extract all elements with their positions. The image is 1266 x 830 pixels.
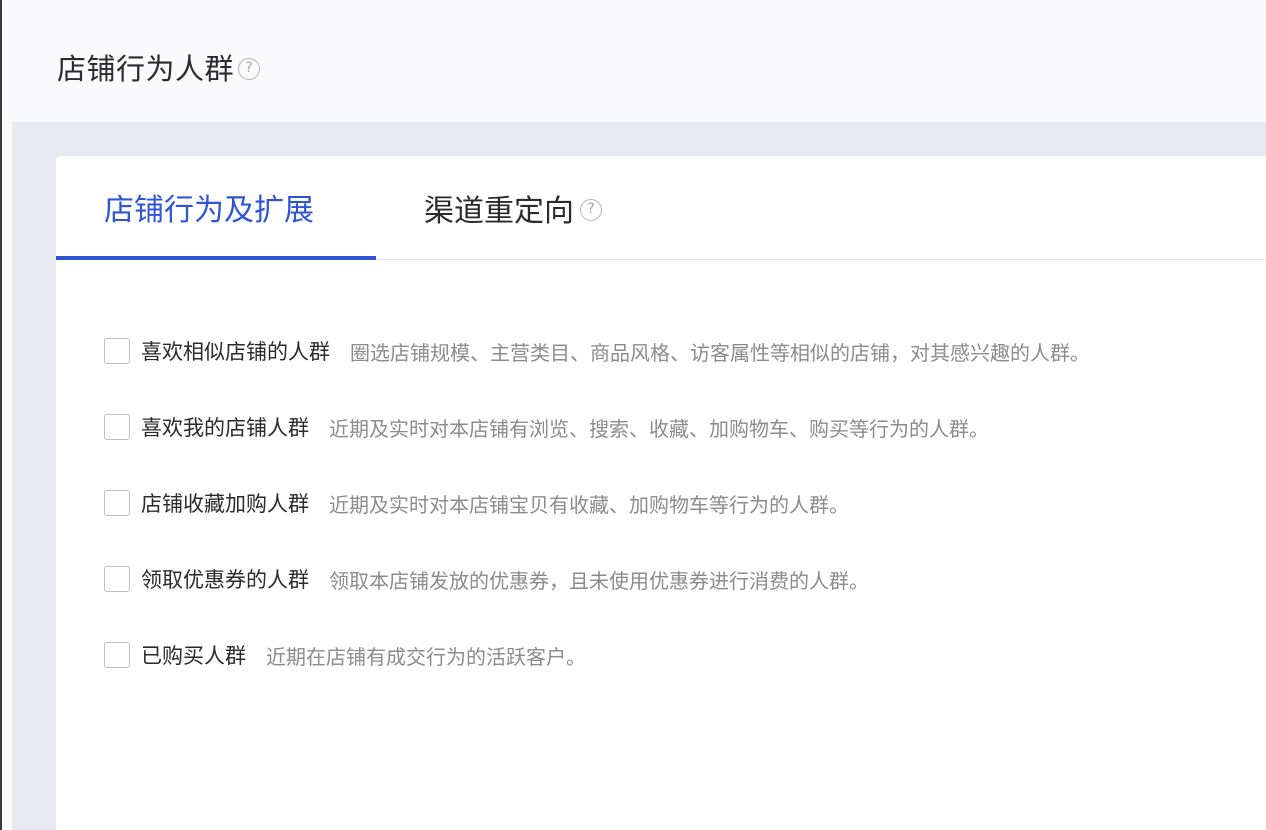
checkbox-icon[interactable] (104, 642, 130, 668)
option-label[interactable]: 领取优惠券的人群 (141, 564, 309, 594)
page-title: 店铺行为人群 ? (57, 46, 261, 88)
checkbox-icon[interactable] (104, 338, 130, 364)
tab-channel-retargeting[interactable]: 渠道重定向 ? (424, 156, 602, 260)
tab-label: 店铺行为及扩展 (104, 193, 314, 228)
page-header: 店铺行为人群 ? (2, 0, 1266, 122)
option-description: 近期及实时对本店铺有浏览、搜索、收藏、加购物车、购买等行为的人群。 (329, 416, 989, 441)
checkbox-icon[interactable] (104, 566, 130, 592)
page-title-text: 店铺行为人群 (57, 52, 235, 86)
tab-label: 渠道重定向 (424, 194, 574, 229)
option-similar-store[interactable]: 喜欢相似店铺的人群 圈选店铺规模、主营类目、商品风格、访客属性等相似的店铺，对其… (104, 336, 1090, 366)
checkbox-icon[interactable] (104, 490, 130, 516)
question-circle-icon[interactable]: ? (580, 199, 602, 221)
window-edge (0, 0, 2, 830)
tab-bar: 店铺行为及扩展 渠道重定向 ? (56, 156, 1266, 260)
option-label[interactable]: 喜欢我的店铺人群 (141, 412, 309, 442)
option-purchased[interactable]: 已购买人群 近期在店铺有成交行为的活跃客户。 (104, 640, 586, 670)
option-favorite-cart[interactable]: 店铺收藏加购人群 近期及实时对本店铺宝贝有收藏、加购物车等行为的人群。 (104, 488, 849, 518)
option-label[interactable]: 已购买人群 (141, 640, 246, 670)
checkbox-icon[interactable] (104, 414, 130, 440)
option-description: 近期在店铺有成交行为的活跃客户。 (266, 644, 586, 669)
audience-card: 店铺行为及扩展 渠道重定向 ? 喜欢相似店铺的人群 圈选店铺规模、主营类目、商品… (56, 156, 1266, 830)
option-coupon[interactable]: 领取优惠券的人群 领取本店铺发放的优惠券，且未使用优惠券进行消费的人群。 (104, 564, 869, 594)
option-label[interactable]: 店铺收藏加购人群 (141, 488, 309, 518)
question-circle-icon[interactable]: ? (238, 58, 261, 80)
option-description: 圈选店铺规模、主营类目、商品风格、访客属性等相似的店铺，对其感兴趣的人群。 (350, 340, 1090, 365)
option-description: 领取本店铺发放的优惠券，且未使用优惠券进行消费的人群。 (329, 568, 869, 593)
option-label[interactable]: 喜欢相似店铺的人群 (141, 336, 330, 366)
option-like-my-store[interactable]: 喜欢我的店铺人群 近期及实时对本店铺有浏览、搜索、收藏、加购物车、购买等行为的人… (104, 412, 989, 442)
tab-store-behavior[interactable]: 店铺行为及扩展 (56, 156, 376, 260)
option-description: 近期及实时对本店铺宝贝有收藏、加购物车等行为的人群。 (329, 492, 849, 517)
